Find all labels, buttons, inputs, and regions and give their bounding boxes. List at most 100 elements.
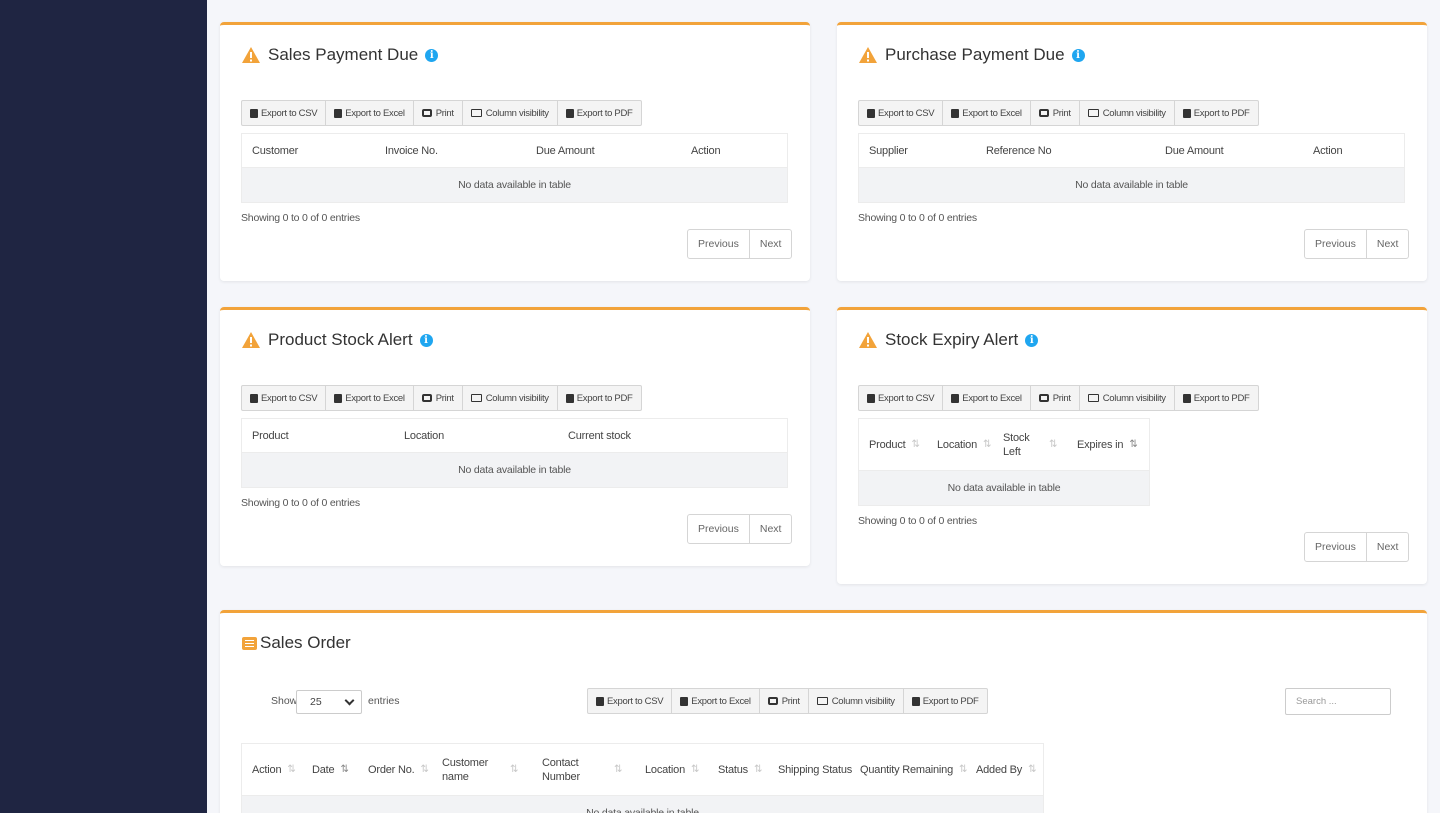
info-icon[interactable]: i: [419, 333, 433, 347]
previous-button[interactable]: Previous: [1305, 533, 1367, 561]
next-button[interactable]: Next: [1367, 533, 1409, 561]
sort-icon: ⇅: [911, 439, 920, 450]
column-header[interactable]: Shipping Status: [768, 764, 852, 776]
info-icon[interactable]: i: [1025, 333, 1039, 347]
export-csv-button[interactable]: Export to CSV: [859, 101, 944, 125]
data-table: Customer Invoice No. Due Amount Action N…: [241, 133, 788, 203]
sort-icon: ⇅: [287, 764, 296, 775]
column-header[interactable]: Status ⇅: [708, 764, 768, 776]
show-label: Show: [271, 695, 298, 707]
export-toolbar: Export to CSV Export to Excel Print Colu…: [241, 100, 642, 126]
export-toolbar: Export to CSV Export to Excel Print Colu…: [858, 100, 1259, 126]
data-table: Product ⇅ Location ⇅ Stock Left ⇅ Expires i…: [858, 418, 1150, 506]
column-header[interactable]: Order No. ⇅: [358, 764, 432, 776]
card-title-text: Sales Order: [260, 633, 351, 652]
column-header[interactable]: Current stock: [558, 430, 738, 442]
column-header[interactable]: Location ⇅: [927, 439, 993, 451]
next-button[interactable]: Next: [750, 230, 792, 258]
export-csv-button[interactable]: Export to CSV: [242, 386, 327, 410]
card-title-text: Purchase Payment Due: [885, 45, 1065, 64]
column-header[interactable]: Due Amount: [1155, 145, 1303, 157]
column-header[interactable]: Stock Left ⇅: [993, 431, 1067, 459]
column-visibility-button[interactable]: Column visibility: [809, 689, 904, 713]
table-header: Action ⇅ Date ⇅ Order No. ⇅ Customer name ⇅ …: [242, 744, 1043, 796]
export-pdf-button[interactable]: Export to PDF: [1175, 101, 1258, 125]
print-button[interactable]: Print: [1031, 101, 1080, 125]
columns-icon: [1087, 394, 1099, 402]
sort-icon: ⇅: [1049, 439, 1058, 450]
previous-button[interactable]: Previous: [1305, 230, 1367, 258]
column-header[interactable]: Action: [1303, 145, 1403, 157]
column-header[interactable]: Action ⇅: [242, 764, 302, 776]
column-header[interactable]: Location ⇅: [635, 764, 708, 776]
columns-icon: [470, 109, 482, 117]
export-excel-button[interactable]: Export to Excel: [326, 386, 414, 410]
column-header[interactable]: Product: [242, 430, 394, 442]
column-header[interactable]: Reference No: [976, 145, 1155, 157]
print-button[interactable]: Print: [414, 101, 463, 125]
column-header[interactable]: Supplier: [859, 145, 976, 157]
column-header[interactable]: Quantity Remaining ⇅: [850, 764, 967, 776]
warning-icon: [859, 47, 877, 63]
print-button[interactable]: Print: [760, 689, 809, 713]
column-header[interactable]: Due Amount: [526, 145, 681, 157]
export-excel-button[interactable]: Export to Excel: [943, 101, 1031, 125]
export-csv-button[interactable]: Export to CSV: [859, 386, 944, 410]
column-header[interactable]: Added By ⇅: [966, 764, 1043, 776]
stock-expiry-alert-card: Stock Expiry Alert i Export to CSV Expor…: [837, 307, 1427, 584]
column-visibility-button[interactable]: Column visibility: [1080, 101, 1175, 125]
warning-icon: [242, 332, 260, 348]
sales-payment-due-card: Sales Payment Due i Export to CSV Export…: [220, 22, 810, 281]
columns-icon: [1087, 109, 1099, 117]
sort-desc-icon: ⇅: [340, 764, 349, 775]
empty-row: No data available in table: [242, 453, 787, 487]
column-header[interactable]: Customer: [242, 145, 375, 157]
export-csv-button[interactable]: Export to CSV: [242, 101, 327, 125]
sort-icon: ⇅: [510, 764, 519, 775]
column-visibility-button[interactable]: Column visibility: [1080, 386, 1175, 410]
excel-icon: [680, 696, 689, 706]
next-button[interactable]: Next: [750, 515, 792, 543]
print-button[interactable]: Print: [414, 386, 463, 410]
export-excel-button[interactable]: Export to Excel: [672, 689, 760, 713]
column-header[interactable]: Product ⇅: [859, 439, 927, 451]
export-excel-button[interactable]: Export to Excel: [943, 386, 1031, 410]
export-csv-button[interactable]: Export to CSV: [588, 689, 673, 713]
print-icon: [767, 697, 778, 705]
export-pdf-button[interactable]: Export to PDF: [558, 101, 641, 125]
card-title: Sales Order: [242, 633, 351, 653]
pdf-icon: [1182, 108, 1191, 118]
info-icon[interactable]: i: [1071, 48, 1085, 62]
column-header[interactable]: Contact Number ⇅: [532, 756, 635, 784]
column-header[interactable]: Expires in ⇅: [1067, 439, 1149, 451]
next-button[interactable]: Next: [1367, 230, 1409, 258]
column-header[interactable]: Action: [681, 145, 781, 157]
print-icon: [421, 394, 432, 402]
column-visibility-button[interactable]: Column visibility: [463, 101, 558, 125]
export-pdf-button[interactable]: Export to PDF: [558, 386, 641, 410]
export-excel-button[interactable]: Export to Excel: [326, 101, 414, 125]
column-visibility-button[interactable]: Column visibility: [463, 386, 558, 410]
column-header[interactable]: Date ⇅: [302, 764, 358, 776]
showing-info: Showing 0 to 0 of 0 entries: [241, 212, 360, 224]
export-pdf-button[interactable]: Export to PDF: [1175, 386, 1258, 410]
previous-button[interactable]: Previous: [688, 230, 750, 258]
data-table: Product Location Current stock No data a…: [241, 418, 788, 488]
column-header[interactable]: Customer name ⇅: [432, 756, 532, 784]
excel-icon: [334, 393, 343, 403]
previous-button[interactable]: Previous: [688, 515, 750, 543]
pagination: Previous Next: [1304, 229, 1410, 259]
info-icon[interactable]: i: [425, 48, 439, 62]
sort-icon: ⇅: [983, 439, 992, 450]
page-size-select[interactable]: 25: [296, 690, 362, 714]
column-header[interactable]: Location: [394, 430, 558, 442]
export-pdf-button[interactable]: Export to PDF: [904, 689, 987, 713]
search-input[interactable]: Search ...: [1285, 688, 1391, 715]
sort-icon: ⇅: [1028, 764, 1037, 775]
card-title-text: Stock Expiry Alert: [885, 330, 1019, 349]
excel-icon: [334, 108, 343, 118]
file-icon: [596, 696, 604, 706]
pagination: Previous Next: [687, 514, 793, 544]
column-header[interactable]: Invoice No.: [375, 145, 526, 157]
print-button[interactable]: Print: [1031, 386, 1080, 410]
